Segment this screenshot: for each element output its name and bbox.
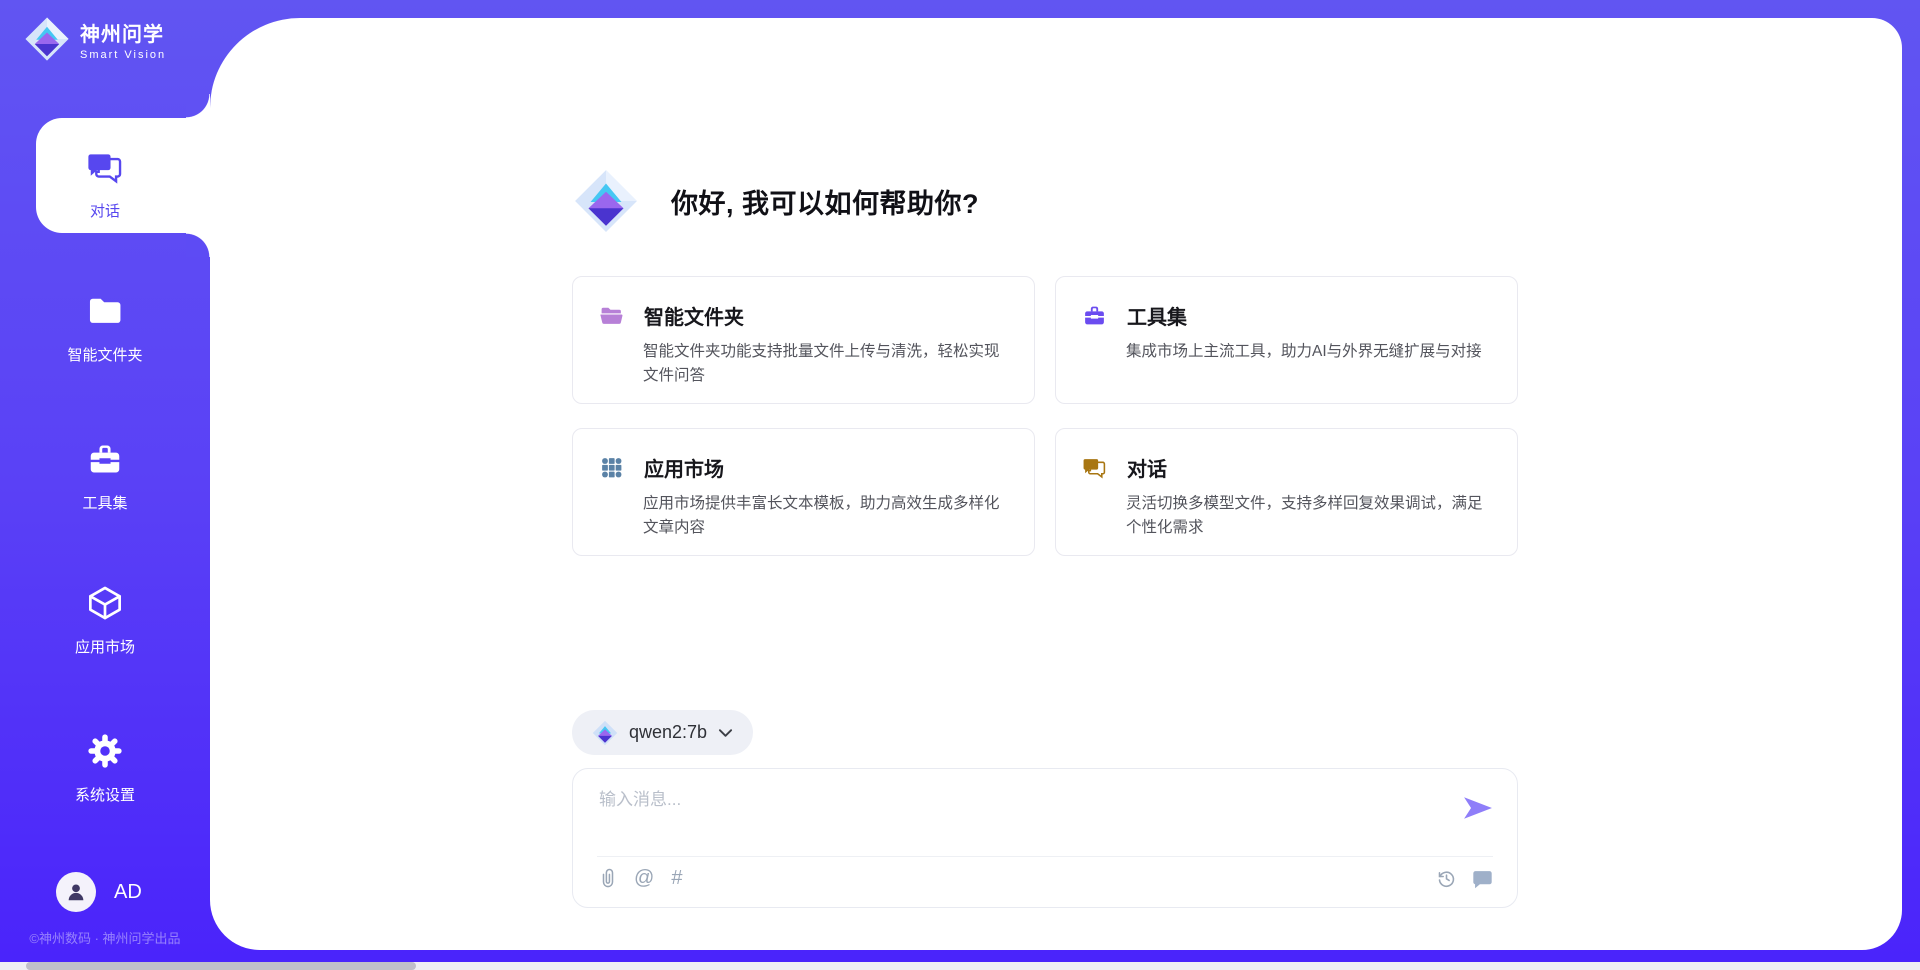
card-description: 应用市场提供丰富长文本模板，助力高效生成多样化文章内容 xyxy=(599,492,1008,540)
sidebar-item-chat[interactable]: 对话 xyxy=(0,148,210,221)
user-name: AD xyxy=(114,881,142,904)
chat-bubbles-icon xyxy=(86,148,124,186)
user-account[interactable]: AD xyxy=(56,872,142,912)
message-composer: @ # xyxy=(572,768,1518,908)
paperclip-icon[interactable] xyxy=(599,867,617,889)
avatar xyxy=(56,872,96,912)
folder-open-icon xyxy=(599,303,624,328)
message-input[interactable] xyxy=(599,785,1439,843)
model-diamond-icon xyxy=(592,720,618,746)
card-app-market[interactable]: 应用市场 应用市场提供丰富长文本模板，助力高效生成多样化文章内容 xyxy=(572,428,1035,556)
feature-cards: 智能文件夹 智能文件夹功能支持批量文件上传与清洗，轻松实现文件问答 工具集 集 xyxy=(572,276,1518,556)
card-title: 智能文件夹 xyxy=(644,301,744,330)
comment-icon[interactable] xyxy=(1472,869,1493,889)
chevron-down-icon xyxy=(718,728,733,738)
sidebar-item-label: 智能文件夹 xyxy=(0,344,210,365)
copyright-text: ©神州数码 · 神州问学出品 xyxy=(0,928,210,947)
brand-subtitle: Smart Vision xyxy=(80,49,166,61)
main-panel: 你好, 我可以如何帮助你? 智能文件夹 智能文件夹功能支持批量文件上传与清洗，轻… xyxy=(210,18,1902,950)
tab-fillet-top xyxy=(186,94,210,118)
hash-icon[interactable]: # xyxy=(671,868,682,888)
card-smart-folder[interactable]: 智能文件夹 智能文件夹功能支持批量文件上传与清洗，轻松实现文件问答 xyxy=(572,276,1035,404)
composer-divider xyxy=(597,856,1493,857)
sidebar-item-app-market[interactable]: 应用市场 xyxy=(0,584,210,657)
composer-right-tools xyxy=(1436,868,1493,889)
brand-diamond-icon xyxy=(573,168,639,234)
card-title: 应用市场 xyxy=(644,453,724,482)
chat-bubbles-icon xyxy=(1082,455,1107,480)
card-chat[interactable]: 对话 灵活切换多模型文件，支持多样回复效果调试，满足个性化需求 xyxy=(1055,428,1518,556)
greeting-block: 你好, 我可以如何帮助你? xyxy=(573,168,979,234)
sidebar-item-label: 系统设置 xyxy=(0,784,210,805)
scrollbar-thumb[interactable] xyxy=(26,962,416,970)
card-description: 灵活切换多模型文件，支持多样回复效果调试，满足个性化需求 xyxy=(1082,492,1491,540)
sidebar-item-label: 对话 xyxy=(0,200,210,221)
grid-icon xyxy=(599,455,624,480)
horizontal-scrollbar[interactable] xyxy=(0,962,1920,970)
brand: 神州问学 Smart Vision xyxy=(24,16,166,62)
sidebar-item-label: 工具集 xyxy=(0,492,210,513)
card-description: 集成市场上主流工具，助力AI与外界无缝扩展与对接 xyxy=(1082,340,1491,364)
model-selector[interactable]: qwen2:7b xyxy=(572,710,753,755)
greeting-title: 你好, 我可以如何帮助你? xyxy=(671,182,979,221)
card-description: 智能文件夹功能支持批量文件上传与清洗，轻松实现文件问答 xyxy=(599,340,1008,388)
card-title: 工具集 xyxy=(1127,301,1187,330)
history-icon[interactable] xyxy=(1436,868,1457,889)
card-toolset[interactable]: 工具集 集成市场上主流工具，助力AI与外界无缝扩展与对接 xyxy=(1055,276,1518,404)
mention-icon[interactable]: @ xyxy=(634,868,654,888)
brand-diamond-icon xyxy=(24,16,70,62)
gear-icon xyxy=(86,732,124,770)
cube-icon xyxy=(86,584,124,622)
brand-name: 神州问学 xyxy=(80,18,166,47)
toolbox-icon xyxy=(86,440,124,478)
composer-left-tools: @ # xyxy=(599,867,682,889)
model-name: qwen2:7b xyxy=(629,722,707,743)
tab-fillet-bottom xyxy=(186,233,210,257)
sidebar-item-settings[interactable]: 系统设置 xyxy=(0,732,210,805)
sidebar-item-toolset[interactable]: 工具集 xyxy=(0,440,210,513)
send-icon[interactable] xyxy=(1463,795,1493,821)
card-title: 对话 xyxy=(1127,453,1167,482)
folder-icon xyxy=(86,292,124,330)
sidebar-item-label: 应用市场 xyxy=(0,636,210,657)
app-window: 你好, 我可以如何帮助你? 智能文件夹 智能文件夹功能支持批量文件上传与清洗，轻… xyxy=(0,0,1920,970)
sidebar-item-smart-folder[interactable]: 智能文件夹 xyxy=(0,292,210,365)
person-icon xyxy=(65,881,87,903)
toolbox-icon xyxy=(1082,303,1107,328)
